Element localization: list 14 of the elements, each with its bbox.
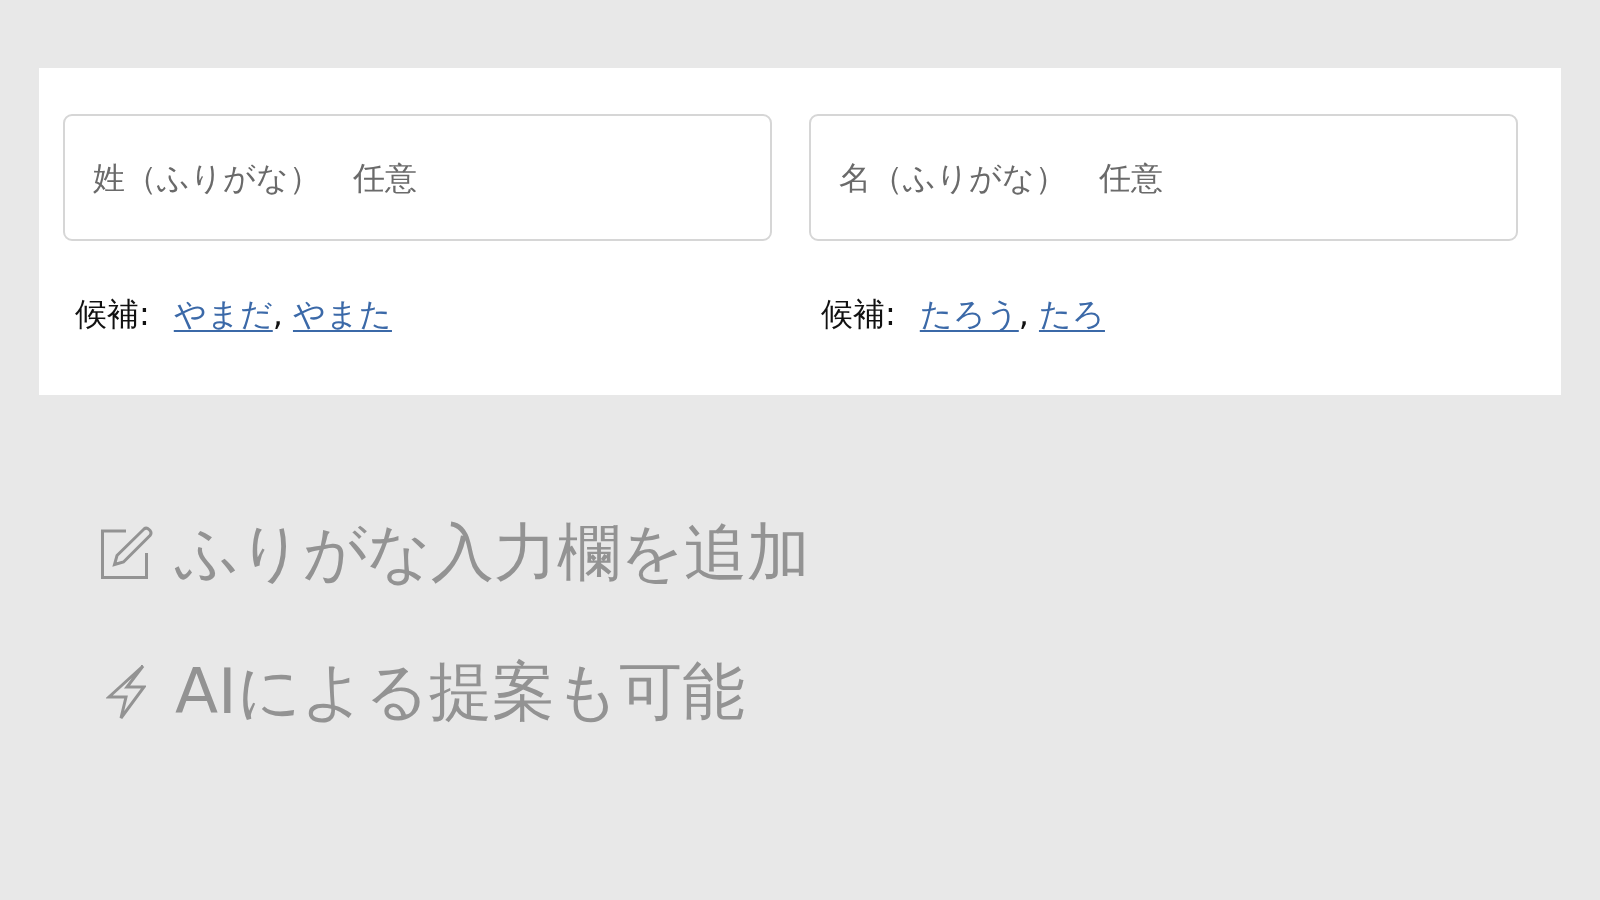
input-field[interactable]: 姓（ふりがな） 任意 [63,114,772,241]
input-field[interactable]: 名（ふりがな） 任意 [809,114,1518,241]
suggestion-link[interactable]: たろう [919,294,1019,334]
suggestion-link[interactable]: やまだ [173,294,273,334]
suggestions-label: 候補: [821,294,896,334]
suggestion-link[interactable]: たろ [1038,294,1105,334]
pencil-square-icon [99,526,153,580]
suggestion-link[interactable]: やまた [292,294,392,334]
comma-separator: , [1018,294,1029,334]
feature-text: AIによる提案も可能 [175,657,745,727]
lightning-icon [106,664,146,720]
comma-separator: , [272,294,283,334]
suggestions-label: 候補: [75,294,150,334]
feature-text: ふりがな入力欄を追加 [175,518,810,588]
